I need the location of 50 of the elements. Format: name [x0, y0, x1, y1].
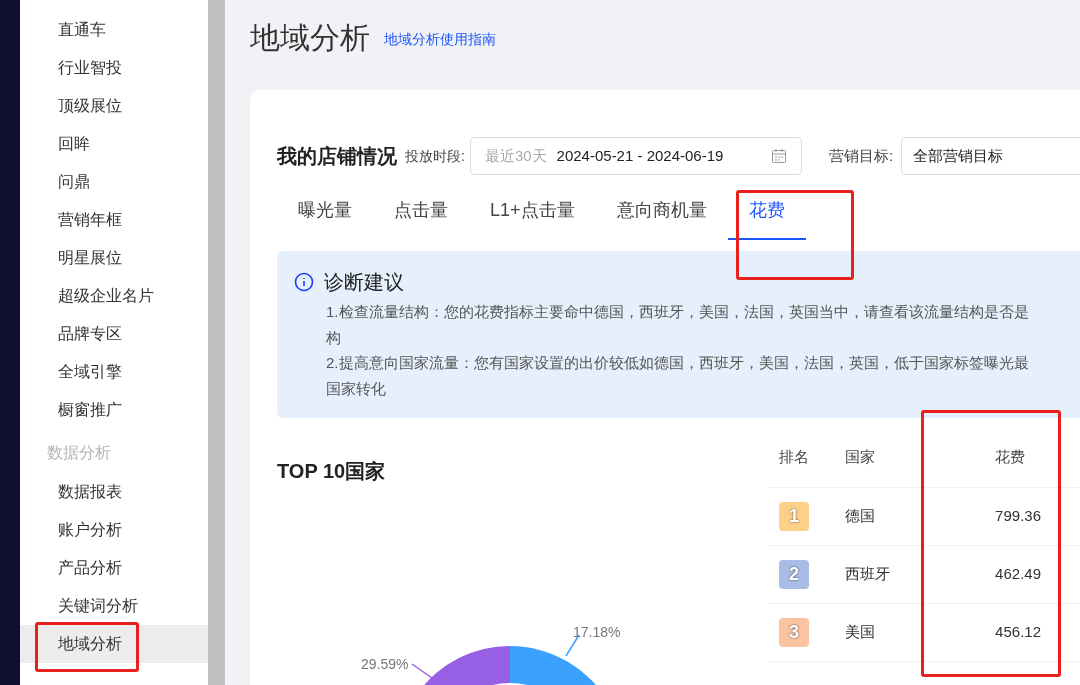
- country-cell-text: 美国: [844, 622, 876, 643]
- goal-select[interactable]: 全部营销目标: [901, 137, 1080, 175]
- sidebar-item[interactable]: 回眸: [20, 125, 208, 163]
- cost-cell-text: 456.12: [994, 622, 1041, 643]
- tab[interactable]: L1+点击量: [469, 177, 596, 240]
- sidebar-item[interactable]: 超级企业名片: [20, 277, 208, 315]
- sidebar-item[interactable]: 直通车: [20, 11, 208, 49]
- sidebar-item[interactable]: 营销年框: [20, 201, 208, 239]
- leader-line: [411, 663, 433, 679]
- sidebar-item[interactable]: 问鼎: [20, 163, 208, 201]
- info-icon: [294, 272, 314, 292]
- column-header: 花费: [994, 447, 1025, 468]
- percent-label: 29.59%: [361, 655, 409, 674]
- sidebar-item[interactable]: 品牌专区: [20, 315, 208, 353]
- country-cell-text: 西班牙: [844, 564, 891, 585]
- tab[interactable]: 点击量: [373, 177, 469, 240]
- calendar-icon: [770, 148, 787, 164]
- sidebar-item[interactable]: 数据报表: [20, 473, 208, 511]
- rank-badge: 1: [779, 502, 809, 531]
- rank-badge: 3: [779, 618, 809, 647]
- chart-title: TOP 10国家: [277, 459, 386, 484]
- date-range-field[interactable]: 最近30天 2024-05-21 - 2024-06-19: [469, 137, 802, 175]
- cost-cell-text: 462.49: [994, 564, 1041, 585]
- sidebar-item[interactable]: 顶级展位: [20, 87, 208, 125]
- guide-link[interactable]: 地域分析使用指南: [384, 29, 496, 50]
- sidebar-item[interactable]: 账户分析: [20, 511, 208, 549]
- tab[interactable]: 曝光量: [277, 177, 373, 240]
- sidebar-item[interactable]: 行业智投: [20, 49, 208, 87]
- group-title: 数据分析: [46, 443, 112, 463]
- sidebar-item[interactable]: 产品分析: [20, 549, 208, 587]
- goal-label: 营销目标:: [828, 145, 894, 166]
- sidebar-item[interactable]: 地域分析: [20, 625, 208, 663]
- tab[interactable]: 花费: [727, 177, 806, 240]
- rank-badge: 2: [779, 560, 809, 589]
- tab[interactable]: 意向商机量: [595, 177, 728, 240]
- country-cell-text: 德国: [844, 506, 876, 527]
- sidebar-item[interactable]: 关键词分析: [20, 587, 208, 625]
- advice-title: 诊断建议: [324, 270, 404, 295]
- page-title: 地域分析: [250, 20, 370, 56]
- advice-text: 2.提高意向国家流量：您有国家设置的出价较低如德国，西班牙，美国，法国，英国，低于国家标签曝光最 国家转化: [326, 353, 1030, 399]
- percent-label: 17.18%: [573, 623, 621, 642]
- sidebar-item[interactable]: 明星展位: [20, 239, 208, 277]
- period-label: 投放时段:: [405, 146, 465, 166]
- sidebar-item[interactable]: 橱窗推广: [20, 391, 208, 429]
- column-header: 国家: [844, 447, 876, 468]
- column-header: 排名: [778, 447, 810, 468]
- cost-cell-text: 799.36: [994, 506, 1041, 527]
- section-title: 我的店铺情况: [277, 144, 397, 169]
- sidebar-item[interactable]: 全域引擎: [20, 353, 208, 391]
- advice-text: 1.检查流量结构：您的花费指标主要命中德国，西班牙，美国，法国，英国当中，请查看该流量结构是否是 构: [326, 302, 1030, 348]
